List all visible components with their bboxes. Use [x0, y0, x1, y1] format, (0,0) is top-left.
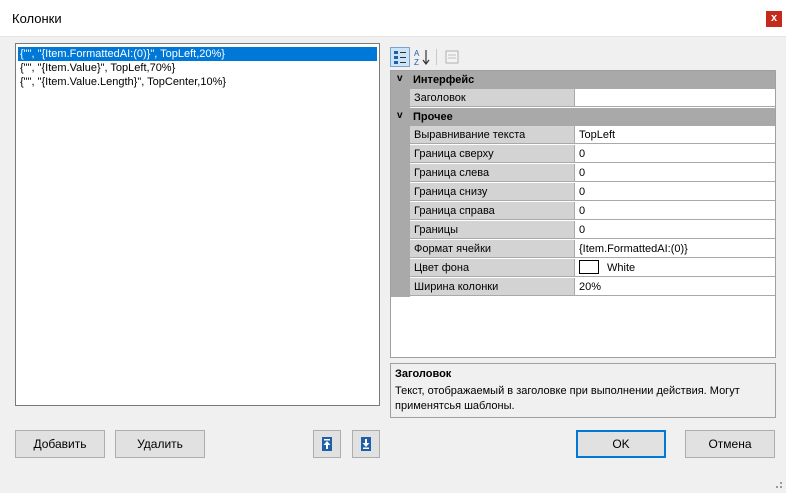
property-value[interactable]: 0: [574, 183, 775, 201]
category-label: Интерфейс: [413, 74, 475, 86]
property-pages-button[interactable]: [442, 47, 462, 67]
dialog-title: Колонки: [12, 11, 62, 26]
category-other[interactable]: v Прочее: [391, 108, 775, 126]
close-icon: x: [770, 12, 778, 24]
property-row-border-left[interactable]: Граница слева 0: [391, 164, 775, 183]
alpha-glyph-2: Z: [414, 58, 419, 67]
columns-dialog: Колонки x {"", "{Item.FormattedAI:(0)}",…: [0, 0, 786, 493]
alphabetical-icon: A Z: [414, 49, 430, 67]
description-panel: Заголовок Текст, отображаемый в заголовк…: [390, 363, 776, 418]
property-name: Выравнивание текста: [410, 126, 574, 144]
property-row-border-bottom[interactable]: Граница снизу 0: [391, 183, 775, 202]
property-value[interactable]: {Item.FormattedAI:(0)}: [574, 240, 775, 258]
property-value[interactable]: 20%: [574, 278, 775, 296]
property-row-text-align[interactable]: Выравнивание текста TopLeft: [391, 126, 775, 145]
list-item[interactable]: {"", "{Item.FormattedAI:(0)}", TopLeft,2…: [18, 47, 377, 61]
property-value[interactable]: 0: [574, 145, 775, 163]
description-text: Текст, отображаемый в заголовке при выпо…: [395, 385, 740, 412]
property-value[interactable]: TopLeft: [574, 126, 775, 144]
property-grid: v Интерфейс Заголовок v Прочее Выравнива…: [390, 70, 776, 358]
property-row-title[interactable]: Заголовок: [391, 89, 775, 108]
property-value[interactable]: 0: [574, 202, 775, 220]
property-value[interactable]: White: [574, 259, 775, 277]
color-value: White: [607, 262, 636, 274]
alphabetical-button[interactable]: A Z: [412, 47, 432, 67]
move-down-icon: [361, 437, 371, 451]
chevron-down-icon[interactable]: v: [397, 73, 403, 84]
property-name: Формат ячейки: [410, 240, 574, 258]
title-bar: Колонки x: [0, 0, 786, 37]
property-value[interactable]: [574, 89, 775, 107]
category-label: Прочее: [413, 111, 453, 123]
property-name: Граница слева: [410, 164, 574, 182]
move-up-icon: [322, 437, 332, 451]
chevron-down-icon[interactable]: v: [397, 110, 403, 121]
property-value[interactable]: 0: [574, 164, 775, 182]
property-name: Граница снизу: [410, 183, 574, 201]
property-name: Цвет фона: [410, 259, 574, 277]
cancel-button[interactable]: Отмена: [685, 430, 775, 458]
property-row-cell-format[interactable]: Формат ячейки {Item.FormattedAI:(0)}: [391, 240, 775, 259]
color-swatch: [579, 260, 599, 275]
ok-button[interactable]: OK: [576, 430, 666, 458]
list-item[interactable]: {"", "{Item.Value}", TopLeft,70%}: [18, 61, 177, 75]
resize-grip-icon[interactable]: [772, 474, 784, 490]
property-row-column-width[interactable]: Ширина колонки 20%: [391, 278, 775, 297]
columns-listbox[interactable]: {"", "{Item.FormattedAI:(0)}", TopLeft,2…: [15, 43, 380, 406]
property-name: Граница сверху: [410, 145, 574, 163]
move-down-button[interactable]: [352, 430, 380, 458]
property-name: Граница справа: [410, 202, 574, 220]
categorized-icon: [394, 51, 406, 64]
property-row-border-right[interactable]: Граница справа 0: [391, 202, 775, 221]
property-name: Ширина колонки: [410, 278, 574, 296]
description-title: Заголовок: [395, 368, 452, 380]
move-up-button[interactable]: [313, 430, 341, 458]
property-name: Заголовок: [410, 89, 574, 107]
toolbar-separator: [436, 49, 437, 65]
list-item[interactable]: {"", "{Item.Value.Length}", TopCenter,10…: [18, 75, 228, 89]
property-row-border-top[interactable]: Граница сверху 0: [391, 145, 775, 164]
property-value[interactable]: 0: [574, 221, 775, 239]
categorized-button[interactable]: [390, 47, 410, 67]
property-row-borders[interactable]: Границы 0: [391, 221, 775, 240]
alpha-glyph: A: [414, 49, 420, 58]
property-pages-icon: [445, 50, 459, 64]
add-button[interactable]: Добавить: [15, 430, 105, 458]
close-button[interactable]: x: [766, 11, 782, 27]
category-interface[interactable]: v Интерфейс: [391, 71, 775, 89]
remove-button[interactable]: Удалить: [115, 430, 205, 458]
property-row-back-color[interactable]: Цвет фона White: [391, 259, 775, 278]
property-name: Границы: [410, 221, 574, 239]
